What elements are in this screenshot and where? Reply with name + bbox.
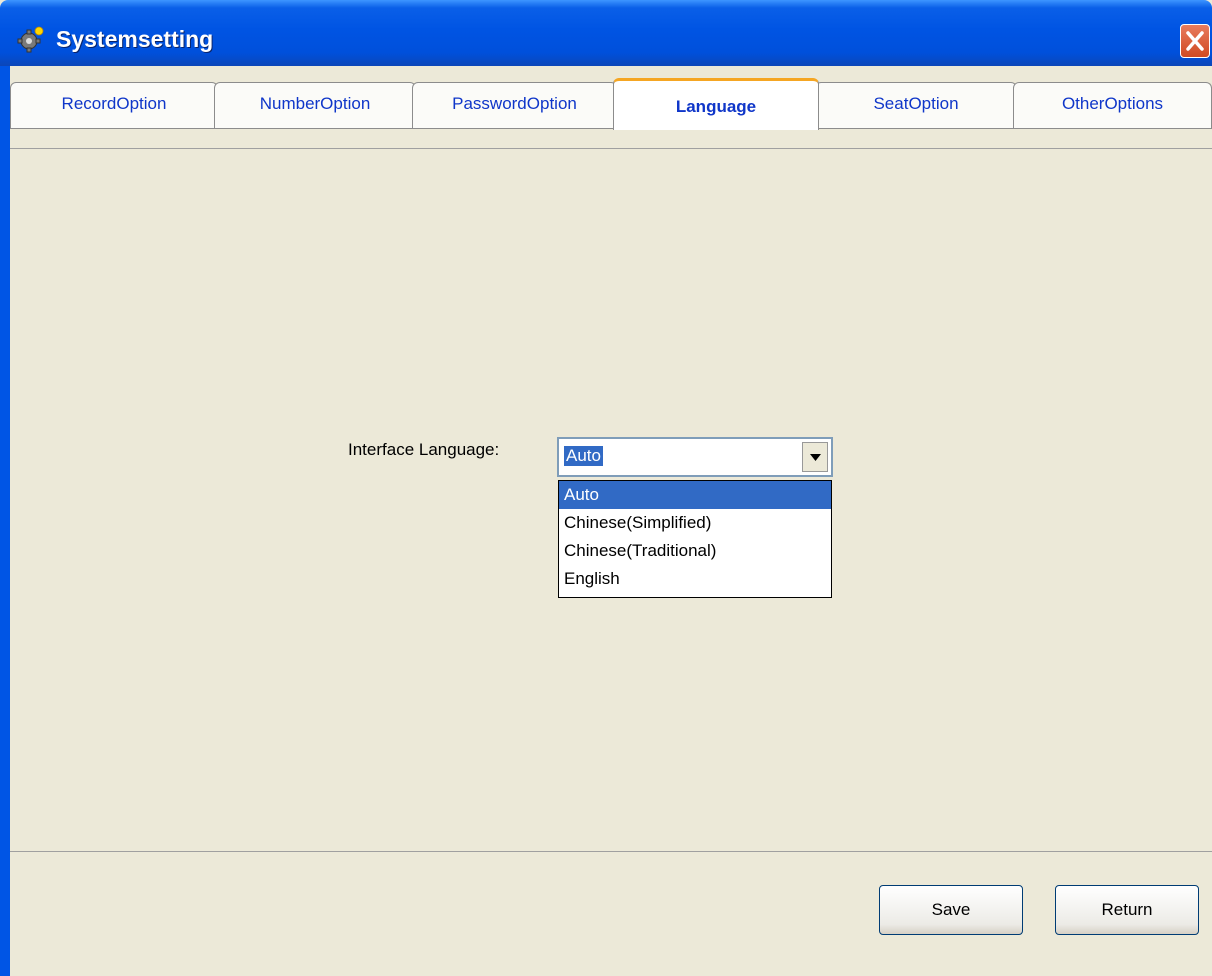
window-border <box>0 66 10 976</box>
select-value: Auto <box>564 446 603 466</box>
interface-language-select[interactable]: Auto <box>557 437 833 477</box>
tab-divider <box>10 128 1212 129</box>
option-auto[interactable]: Auto <box>559 481 831 509</box>
title-bar[interactable]: Systemsetting <box>0 0 1212 66</box>
tab-otheroptions[interactable]: OtherOptions <box>1013 82 1212 128</box>
tab-recordoption[interactable]: RecordOption <box>10 82 218 128</box>
dropdown-button[interactable] <box>802 442 828 472</box>
tab-language[interactable]: Language <box>613 78 819 130</box>
tab-numberoption[interactable]: NumberOption <box>214 82 416 128</box>
interface-language-label: Interface Language: <box>348 440 500 459</box>
tab-passwordoption[interactable]: PasswordOption <box>412 82 617 128</box>
option-english[interactable]: English <box>559 565 831 593</box>
panel-divider <box>10 148 1212 149</box>
chevron-down-icon <box>810 454 821 461</box>
language-dropdown-list: Auto Chinese(Simplified) Chinese(Traditi… <box>558 480 832 598</box>
window-title: Systemsetting <box>56 26 214 52</box>
option-chinese-simplified[interactable]: Chinese(Simplified) <box>559 509 831 537</box>
return-button[interactable]: Return <box>1055 885 1199 935</box>
gear-icon <box>16 24 46 54</box>
option-chinese-traditional[interactable]: Chinese(Traditional) <box>559 537 831 565</box>
close-button[interactable] <box>1180 24 1210 58</box>
footer-divider <box>10 851 1212 852</box>
save-button[interactable]: Save <box>879 885 1023 935</box>
close-icon <box>1186 31 1204 51</box>
tab-seatoption[interactable]: SeatOption <box>815 82 1017 128</box>
